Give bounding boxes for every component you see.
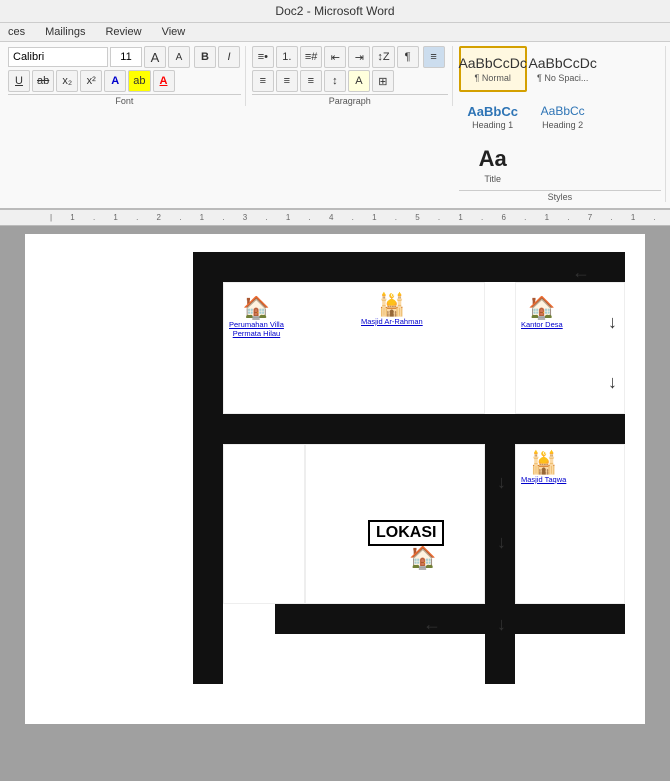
font-controls: A A B I U ab x₂ x² A ab A [8,46,241,92]
style-normal-preview: AaBbCcDc [458,55,526,72]
ribbon-group-font: A A B I U ab x₂ x² A ab A Font [4,46,246,106]
ruler: | 1 . 1 . 2 . 1 . 3 . 1 . 4 . 1 . 5 . 1 … [0,210,670,226]
multilevel-btn[interactable]: ≡# [300,46,323,68]
style-heading1[interactable]: AaBbCc Heading 1 [459,94,527,140]
arrow-right-v1: ↓ [608,312,617,333]
style-heading2-preview: AaBbCc [541,104,585,118]
shrink-font-btn[interactable]: A [168,46,190,68]
style-no-spacing-label: ¶ No Spaci... [537,73,588,83]
land-bot-left [223,444,305,604]
align-left-btn[interactable]: ≡ [423,46,445,68]
text-effects-btn[interactable]: A [104,70,126,92]
house-icon-perumahan: 🏠 [243,297,270,319]
style-normal-label: ¶ Normal [475,73,511,83]
font-color-btn[interactable]: A [153,70,175,92]
shading-btn[interactable]: A [348,70,370,92]
decrease-indent-btn[interactable]: ⇤ [324,46,346,68]
loc-perumahan: 🏠 Perumahan VillaPermata Hilau [229,297,284,338]
strikethrough-btn[interactable]: ab [32,70,54,92]
road-bot-h [275,604,625,634]
masjid-ar-label: Masjid Ar-Rahman [361,317,423,326]
menu-item-ces[interactable]: ces [4,25,29,39]
arrow-right-v2: ↓ [608,372,617,393]
doc-page: ← ↓ ↓ ↓ ↓ ← ↓ 🏠 Perumahan VillaPermata H… [25,234,645,724]
style-no-spacing-preview: AaBbCcDc [528,55,596,72]
sort-btn[interactable]: ↕Z [372,46,394,68]
style-title[interactable]: Aa Title [459,142,527,188]
loc-house-lokasi: 🏠 [409,547,436,569]
map-container: ← ↓ ↓ ↓ ↓ ← ↓ 🏠 Perumahan VillaPermata H… [45,252,625,682]
paragraph-section-label: Paragraph [252,94,448,106]
arrow-mid-v2: ↓ [497,532,506,553]
text-highlight-btn[interactable]: ab [128,70,150,92]
show-formatting-btn[interactable]: ¶ [397,46,419,68]
subscript-btn[interactable]: x₂ [56,70,78,92]
arrow-top-right: ← [572,262,590,283]
house-icon-kantor: 🏠 [528,297,555,319]
kantor-desa-label: Kantor Desa [521,320,563,329]
mosque-icon-taqwa: 🕌 [530,452,557,474]
ruler-marks: | 1 . 1 . 2 . 1 . 3 . 1 . 4 . 1 . 5 . 1 … [50,213,670,222]
font-label: Font [8,94,241,106]
loc-kantor-desa: 🏠 Kantor Desa [521,297,563,329]
ribbon-group-styles: AaBbCcDc ¶ Normal AaBbCcDc ¶ No Spaci...… [455,46,666,202]
grow-font-btn[interactable]: A [144,46,166,68]
style-heading1-label: Heading 1 [472,120,513,130]
style-normal[interactable]: AaBbCcDc ¶ Normal [459,46,527,92]
italic-btn[interactable]: I [218,46,240,68]
justify-btn[interactable]: ≡ [300,70,322,92]
arrow-bot-down: ↓ [497,614,506,635]
bullets-btn[interactable]: ≡• [252,46,274,68]
loc-masjid-ar: 🕌 Masjid Ar-Rahman [361,294,423,326]
line-spacing-btn[interactable]: ↕ [324,70,346,92]
bold-btn[interactable]: B [194,46,216,68]
style-heading2-label: Heading 2 [542,120,583,130]
road-top [193,252,625,282]
menu-item-review[interactable]: Review [101,25,145,39]
lokasi-label: LOKASI [368,520,444,546]
loc-masjid-taqwa: 🕌 Masjid Taqwa [521,452,566,484]
borders-btn[interactable]: ⊞ [372,70,394,92]
road-mid-h [193,414,625,444]
house-icon-lokasi: 🏠 [409,547,436,569]
menu-item-view[interactable]: View [158,25,190,39]
style-title-preview: Aa [479,146,507,172]
perumahan-label: Perumahan VillaPermata Hilau [229,320,284,338]
style-heading2[interactable]: AaBbCc Heading 2 [529,94,597,140]
menu-item-mailings[interactable]: Mailings [41,25,89,39]
increase-indent-btn[interactable]: ⇥ [348,46,370,68]
title-bar: Doc2 - Microsoft Word [0,0,670,23]
mosque-icon-ar: 🕌 [378,294,405,316]
style-heading1-preview: AaBbCc [467,104,518,120]
numbering-btn[interactable]: 1. [276,46,298,68]
styles-section-label: Styles [459,190,661,202]
superscript-btn[interactable]: x² [80,70,102,92]
ribbon-main: A A B I U ab x₂ x² A ab A Font ≡• 1. ≡# … [4,44,666,204]
ribbon: A A B I U ab x₂ x² A ab A Font ≡• 1. ≡# … [0,42,670,210]
arrow-mid-v1: ↓ [497,472,506,493]
font-name-input[interactable] [8,47,108,67]
document-area: ← ↓ ↓ ↓ ↓ ← ↓ 🏠 Perumahan VillaPermata H… [0,226,670,781]
masjid-taqwa-label: Masjid Taqwa [521,475,566,484]
font-size-input[interactable] [110,47,142,67]
road-left-v2 [193,414,223,684]
style-title-label: Title [484,174,501,184]
menu-bar: ces Mailings Review View [0,23,670,42]
styles-controls: AaBbCcDc ¶ Normal AaBbCcDc ¶ No Spaci...… [459,46,661,188]
align-right-btn[interactable]: ≡ [276,70,298,92]
paragraph-controls: ≡• 1. ≡# ⇤ ⇥ ↕Z ¶ ≡ ≡ ≡ ≡ ↕ A ⊞ [252,46,448,92]
align-center-btn[interactable]: ≡ [252,70,274,92]
underline-btn[interactable]: U [8,70,30,92]
style-no-spacing[interactable]: AaBbCcDc ¶ No Spaci... [529,46,597,92]
arrow-bot-h: ← [423,614,441,635]
ribbon-group-paragraph: ≡• 1. ≡# ⇤ ⇥ ↕Z ¶ ≡ ≡ ≡ ≡ ↕ A ⊞ Paragrap… [248,46,453,106]
window-title: Doc2 - Microsoft Word [275,4,394,18]
